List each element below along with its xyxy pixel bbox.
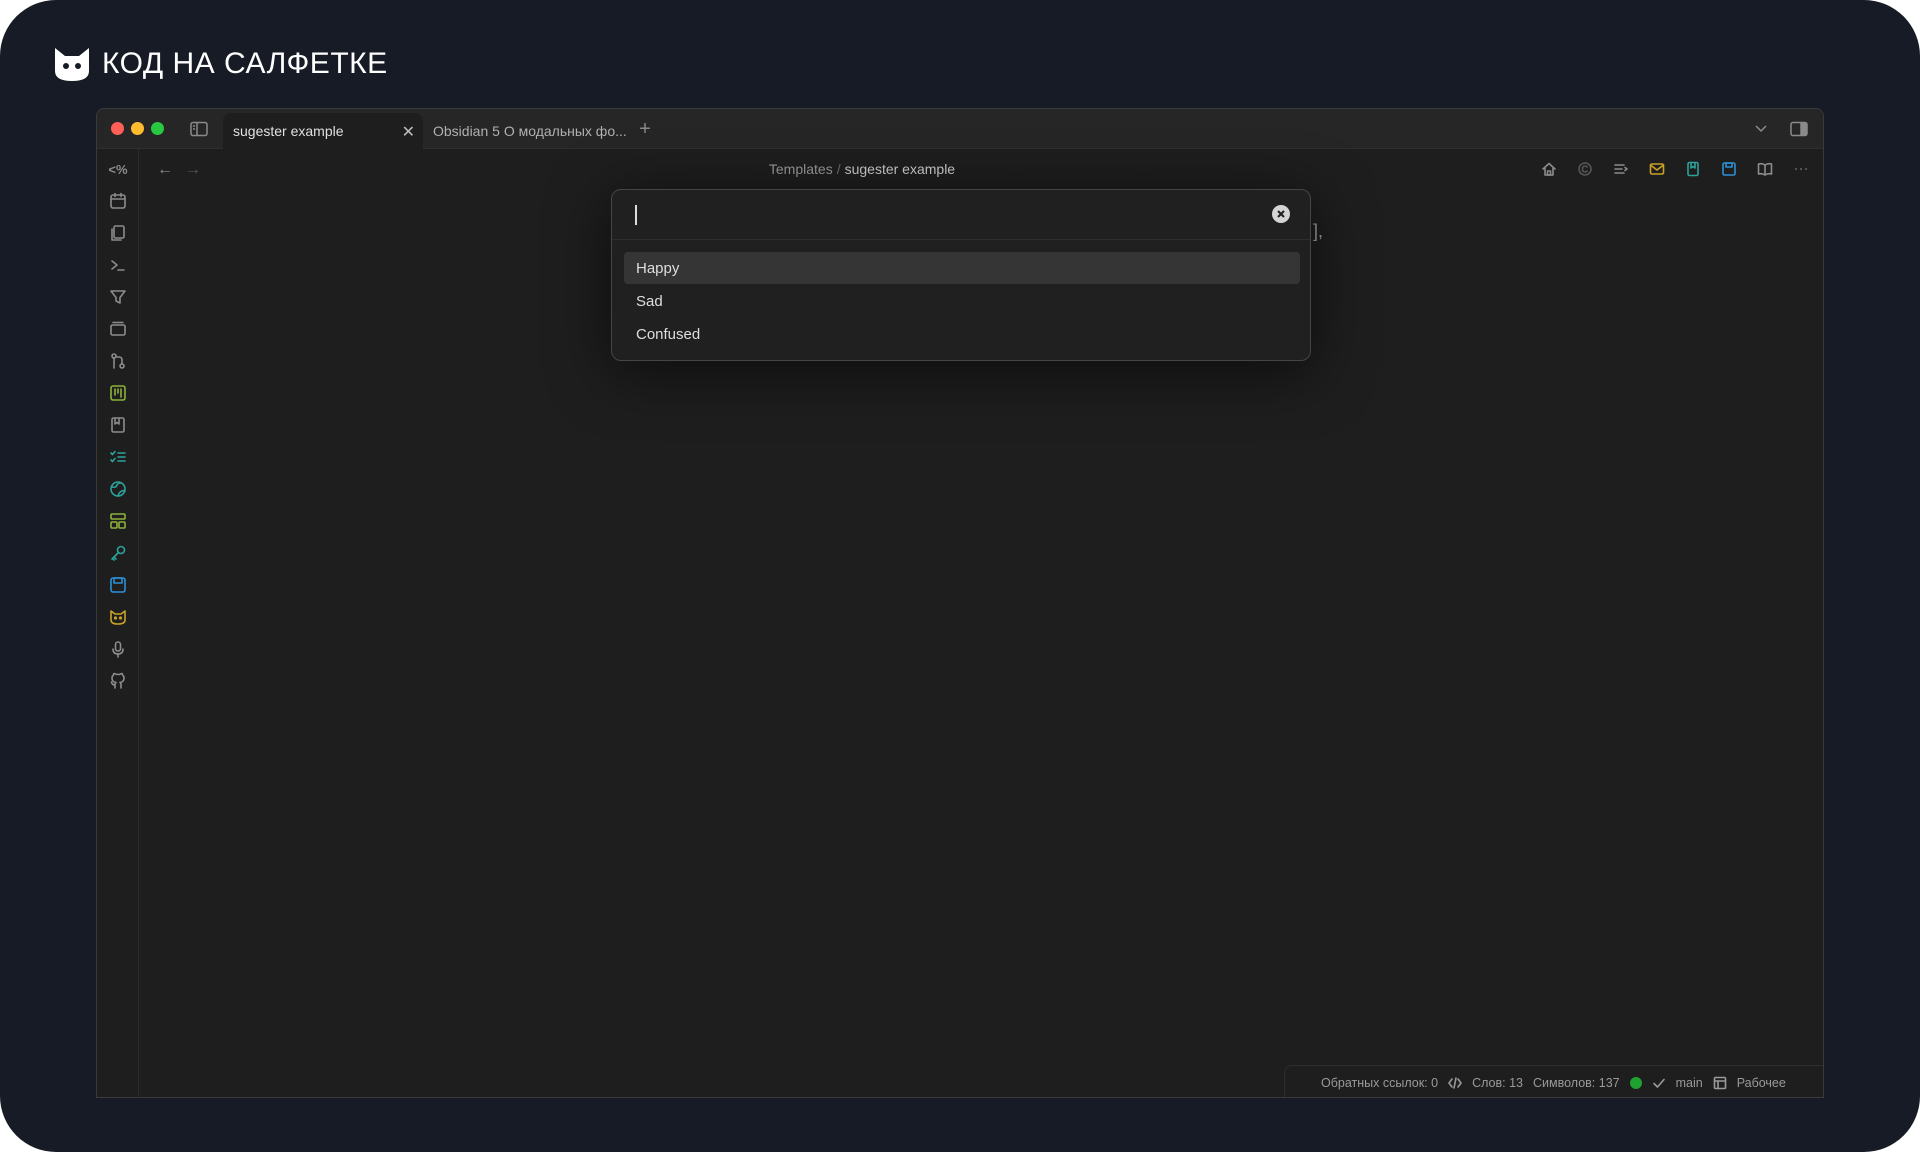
right-sidebar-toggle-icon[interactable] (1789, 120, 1809, 138)
git-branch[interactable]: main (1676, 1076, 1703, 1090)
close-tab-icon[interactable]: ✕ (402, 122, 415, 142)
breadcrumb-current[interactable]: sugester example (845, 161, 956, 177)
breadcrumb-separator: / (836, 161, 841, 177)
slides-icon[interactable] (108, 319, 128, 339)
sidebar-toggle-icon[interactable] (189, 120, 209, 138)
layout-icon[interactable] (108, 511, 128, 531)
view-header: ← → Templates / sugester example (139, 149, 1823, 191)
word-count: Слов: 13 (1472, 1075, 1523, 1090)
files-icon[interactable] (108, 223, 128, 243)
tab-sugester-example[interactable]: sugester example ✕ (223, 113, 423, 149)
title-bar: sugester example ✕ Obsidian 5 О модальны… (97, 109, 1823, 149)
close-window-button[interactable] (111, 122, 124, 135)
cat-logo-icon (55, 48, 89, 81)
sync-status-dot[interactable] (1629, 1076, 1642, 1089)
microphone-icon[interactable] (108, 639, 128, 659)
templater-icon[interactable]: <% (108, 159, 128, 179)
tab-list-chevron-icon[interactable] (1753, 122, 1769, 136)
mail-icon[interactable] (1647, 159, 1667, 179)
terminal-icon[interactable] (108, 255, 128, 275)
suggester-input[interactable] (634, 200, 1234, 230)
suggestion-option-happy[interactable]: Happy (624, 252, 1300, 284)
globe-icon[interactable] (108, 479, 128, 499)
left-ribbon: <% (97, 149, 139, 1097)
suggestion-option-sad[interactable]: Sad (624, 285, 1300, 317)
minimize-window-button[interactable] (131, 122, 144, 135)
save-icon[interactable] (1719, 159, 1739, 179)
check-icon[interactable] (1652, 1076, 1666, 1090)
filter-icon[interactable] (108, 287, 128, 307)
calendar-icon[interactable] (108, 191, 128, 211)
checklist-icon[interactable] (108, 447, 128, 467)
workspace-icon[interactable] (1713, 1076, 1727, 1090)
char-count: Символов: 137 (1533, 1075, 1620, 1090)
maximize-window-button[interactable] (151, 122, 164, 135)
workspace-name[interactable]: Рабочее (1737, 1076, 1786, 1090)
home-icon[interactable] (1539, 159, 1559, 179)
code-icon[interactable] (1448, 1076, 1462, 1090)
book-open-icon[interactable] (1755, 159, 1775, 179)
more-icon[interactable] (1791, 159, 1811, 179)
modal-input-row (612, 190, 1310, 240)
cat-icon[interactable] (108, 607, 128, 627)
github-icon[interactable] (108, 671, 128, 691)
copyright-icon[interactable] (1575, 159, 1595, 179)
tab-label: sugester example (233, 123, 344, 139)
obsidian-window: sugester example ✕ Obsidian 5 О модальны… (96, 108, 1824, 1098)
bookmark-icon[interactable] (108, 415, 128, 435)
status-bar: Обратных ссылок: 0 Слов: 13 Символов: 13… (1284, 1065, 1823, 1097)
outline-icon[interactable] (1611, 159, 1631, 179)
suggester-modal: Happy Sad Confused (611, 189, 1311, 361)
git-icon[interactable] (108, 351, 128, 371)
breadcrumb-folder[interactable]: Templates (769, 161, 833, 177)
text-caret (635, 205, 637, 225)
view-actions (1539, 159, 1811, 179)
screenshot-frame: КОД НА САЛФЕТКЕ sugester example ✕ Obsid… (0, 0, 1920, 1152)
tab-obsidian-modal[interactable]: Obsidian 5 О модальных фо... (423, 113, 633, 149)
clear-input-icon[interactable] (1272, 205, 1290, 223)
save-icon[interactable] (108, 575, 128, 595)
backlinks-count[interactable]: Обратных ссылок: 0 (1321, 1076, 1438, 1090)
new-tab-icon[interactable]: + (635, 118, 655, 140)
key-icon[interactable] (108, 543, 128, 563)
brand-header: КОД НА САЛФЕТКЕ (52, 44, 388, 84)
bookmark-icon[interactable] (1683, 159, 1703, 179)
tab-label: Obsidian 5 О модальных фо... (433, 123, 627, 139)
brand-name: КОД НА САЛФЕТКЕ (102, 47, 388, 80)
editor-partial-text: ], (1313, 221, 1324, 241)
suggestion-option-confused[interactable]: Confused (624, 318, 1300, 350)
kanban-icon[interactable] (108, 383, 128, 403)
